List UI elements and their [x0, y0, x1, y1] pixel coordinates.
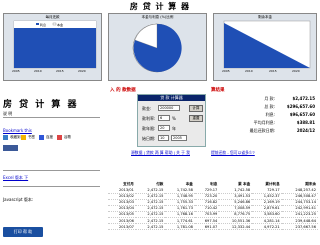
- rate-unit: %: [172, 116, 176, 121]
- table-row: 2013/07 2,472.15 1,781.08 691.07 12,332.…: [108, 223, 318, 231]
- legend-swatch: [36, 23, 39, 25]
- table-cell: 2013/07: [108, 223, 136, 231]
- divider: [3, 117, 100, 118]
- tick-label: 2020: [292, 69, 300, 73]
- years-input[interactable]: 20: [158, 125, 170, 131]
- divider: [3, 170, 100, 171]
- google-icon[interactable]: [57, 135, 62, 140]
- rate-input[interactable]: 6: [158, 115, 170, 121]
- total-interest-value: $96,657.60: [289, 112, 315, 117]
- tick-label: 2005: [12, 69, 20, 73]
- baidu-icon[interactable]: [39, 135, 44, 140]
- monthly-payment-chart: 每月还款 2005 2010 2015 2020 利息 本金: [3, 13, 102, 81]
- excel-link[interactable]: Excel 版本 下: [3, 175, 28, 181]
- total-interest-label: 利息:: [265, 112, 275, 117]
- loan-form: 贷 款 计算器 款金: 200000 款利率: 6 % 款年限: 20 年 始日…: [137, 94, 206, 147]
- total-payment-label: 总 款:: [264, 104, 275, 109]
- share-label: 书签: [28, 135, 35, 139]
- table-cell: 1,781.08: [165, 223, 195, 231]
- monthly-payment-label: 月 款:: [264, 96, 275, 101]
- share-label: 百度: [46, 135, 53, 139]
- page-title: 房 贷 计 算 器: [129, 2, 191, 11]
- javascript-label: Javascript 版本:: [3, 197, 34, 202]
- form-links[interactable]: 源数据 | 贷款 两 算 帮助 | 关 于 我: [131, 150, 190, 156]
- rate-label: 款利率:: [142, 116, 156, 121]
- start-month-select[interactable]: 10: [158, 135, 169, 141]
- bookmark-link[interactable]: Bookmark this: [3, 128, 32, 133]
- print-button[interactable]: 打印 帮 助: [3, 227, 43, 237]
- tick-label: 2005: [222, 69, 230, 73]
- total-payment-value: $296,657.60: [286, 104, 315, 109]
- years-label: 款年限:: [142, 126, 156, 131]
- loan-amount-label: 款金:: [142, 106, 152, 111]
- share-label: 收藏到: [10, 135, 21, 139]
- chart-title: 每月还款: [45, 15, 60, 19]
- principal-area: [14, 28, 96, 68]
- loan-amount-input[interactable]: 200000: [158, 105, 180, 111]
- legend-label: 利息: [40, 23, 47, 27]
- form-header: 贷 款 计算器: [138, 95, 205, 101]
- ratio-chart: 本金与利息 (%)比例: [108, 13, 207, 81]
- results-panel: 月 款: $2,472.15 总 款: $296,657.60 利息: $96,…: [211, 93, 317, 138]
- tick-label: 2015: [56, 69, 64, 73]
- chart-area: 2005 2010 2015 2020: [222, 20, 311, 73]
- tick-label: 2020: [78, 69, 86, 73]
- table-cell: 691.07: [194, 223, 220, 231]
- last-payment-label: 最后还款日期:: [249, 128, 275, 133]
- chart-title: 本金与利息 (%)比例: [141, 15, 174, 19]
- share-label: 谷歌: [64, 135, 71, 139]
- start-date-label: 始日期:: [142, 136, 156, 141]
- bookmark-icon[interactable]: [21, 135, 26, 140]
- left-heading: 房 贷 计 算 器: [3, 100, 79, 110]
- tick-label: 2010: [245, 69, 253, 73]
- table-cell: 4,972.21: [252, 223, 282, 231]
- calculate-button[interactable]: 计算: [189, 105, 203, 112]
- legend-label: 本金: [57, 23, 64, 27]
- share-bar: 收藏到 书签 百度 谷歌: [3, 134, 100, 142]
- chart-title: 剩余本金: [258, 15, 272, 19]
- schedule-table-wrap: 支付月 付款 本金 利息 累 本金 累计利息 期末余 2013/01 2,472…: [108, 181, 318, 231]
- schedule-table: 支付月 付款 本金 利息 累 本金 累计利息 期末余 2013/01 2,472…: [108, 181, 318, 231]
- table-cell: 237,667.56: [281, 223, 318, 231]
- share-icon[interactable]: [3, 145, 18, 151]
- share-icon[interactable]: [3, 135, 8, 140]
- tick-label: 2015: [269, 69, 277, 73]
- prepayment-link[interactable]: 提前还款 - 您可以省多少?: [211, 150, 255, 156]
- tick-label: 2010: [34, 69, 42, 73]
- last-payment-value: 2024/12: [296, 128, 315, 133]
- years-unit: 年: [172, 126, 176, 131]
- monthly-payment-value: $2,472.15: [292, 96, 315, 101]
- pie-area: [132, 23, 182, 73]
- input-section-label: 入 的 款数据: [110, 88, 136, 93]
- divider: [3, 186, 100, 187]
- table-cell: 2,472.15: [135, 223, 166, 231]
- remaining-principal-chart: 剩余本金 2005 2010 2015 2020: [213, 13, 317, 81]
- avg-interest-value: $388.81: [296, 120, 315, 125]
- avg-interest-label: 平均月利息:: [253, 120, 275, 125]
- reset-button[interactable]: 重置: [189, 115, 203, 122]
- start-year-select[interactable]: 2005: [171, 135, 187, 141]
- legend-swatch: [52, 22, 57, 26]
- table-cell: 12,332.44: [219, 223, 253, 231]
- chart-area: 2005 2010 2015 2020: [12, 20, 97, 73]
